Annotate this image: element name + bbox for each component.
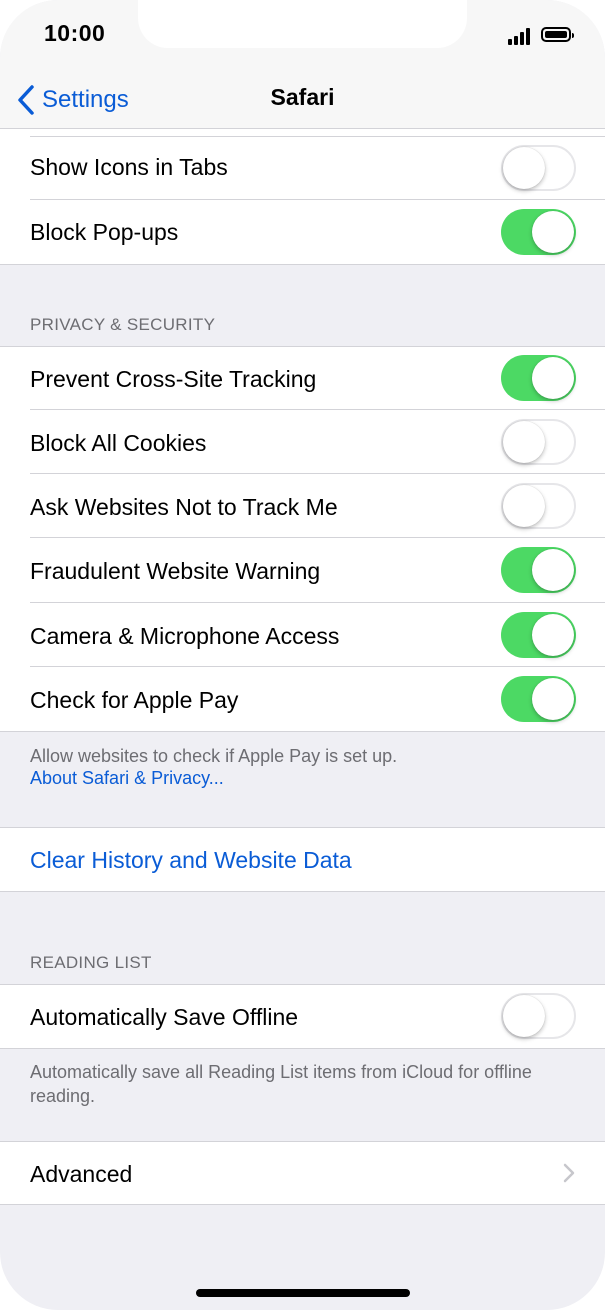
toggle-knob bbox=[532, 614, 574, 656]
divider bbox=[0, 264, 605, 265]
toggle-knob bbox=[503, 995, 545, 1037]
ask-websites-not-to-track-label: Ask Websites Not to Track Me bbox=[30, 494, 338, 520]
clear-history-button[interactable]: Clear History and Website Data bbox=[30, 847, 352, 874]
privacy-footer-text: Allow websites to check if Apple Pay is … bbox=[30, 746, 398, 766]
fraudulent-website-warning-toggle[interactable] bbox=[501, 547, 576, 593]
advanced-label: Advanced bbox=[30, 1161, 133, 1187]
block-popups-toggle[interactable] bbox=[501, 209, 576, 255]
check-for-apple-pay-label: Check for Apple Pay bbox=[30, 687, 239, 713]
block-all-cookies-label: Block All Cookies bbox=[30, 430, 207, 456]
divider bbox=[30, 136, 605, 137]
status-time: 10:00 bbox=[44, 20, 106, 46]
divider bbox=[30, 602, 605, 603]
show-icons-in-tabs-label: Show Icons in Tabs bbox=[30, 154, 228, 180]
advanced-row[interactable]: Advanced bbox=[0, 1142, 605, 1204]
privacy-section-header: PRIVACY & SECURITY bbox=[30, 315, 216, 334]
toggle-knob bbox=[503, 421, 545, 463]
toggle-knob bbox=[532, 357, 574, 399]
show-icons-in-tabs-toggle[interactable] bbox=[501, 145, 576, 191]
reading-list-footer-text: Automatically save all Reading List item… bbox=[30, 1062, 532, 1106]
reading-list-section-header: READING LIST bbox=[30, 953, 152, 972]
divider bbox=[30, 473, 605, 474]
divider bbox=[30, 537, 605, 538]
reading-list-group: Automatically Save Offline bbox=[0, 985, 605, 1048]
divider bbox=[0, 1048, 605, 1049]
toggle-knob bbox=[532, 678, 574, 720]
divider bbox=[0, 891, 605, 892]
block-popups-label: Block Pop-ups bbox=[30, 219, 179, 245]
ask-websites-not-to-track-toggle[interactable] bbox=[501, 483, 576, 529]
chevron-left-icon bbox=[18, 85, 34, 115]
prevent-cross-site-tracking-label: Prevent Cross-Site Tracking bbox=[30, 366, 317, 392]
divider bbox=[0, 731, 605, 732]
toggle-knob bbox=[503, 147, 545, 189]
notch bbox=[138, 0, 467, 48]
navigation-bar: Settings Safari bbox=[0, 72, 605, 129]
home-indicator[interactable] bbox=[196, 1289, 410, 1297]
auto-save-offline-toggle[interactable] bbox=[501, 993, 576, 1039]
cellular-signal-icon bbox=[508, 28, 535, 45]
prevent-cross-site-tracking-toggle[interactable] bbox=[501, 355, 576, 401]
status-bar: 10:00 bbox=[0, 0, 605, 72]
block-all-cookies-toggle[interactable] bbox=[501, 419, 576, 465]
toggle-knob bbox=[503, 485, 545, 527]
battery-icon bbox=[541, 27, 574, 42]
clear-history-row[interactable]: Clear History and Website Data bbox=[0, 828, 605, 891]
divider bbox=[30, 666, 605, 667]
fraudulent-website-warning-label: Fraudulent Website Warning bbox=[30, 558, 321, 584]
check-for-apple-pay-toggle[interactable] bbox=[501, 676, 576, 722]
toggle-knob bbox=[532, 549, 574, 591]
camera-microphone-access-toggle[interactable] bbox=[501, 612, 576, 658]
camera-microphone-access-label: Camera & Microphone Access bbox=[30, 623, 340, 649]
toggle-knob bbox=[532, 211, 574, 253]
divider bbox=[0, 1204, 605, 1205]
divider bbox=[30, 409, 605, 410]
auto-save-offline-label: Automatically Save Offline bbox=[30, 1004, 299, 1030]
general-group: Show Icons in Tabs Block Pop-ups bbox=[0, 129, 605, 264]
chevron-right-icon bbox=[563, 1163, 575, 1183]
about-safari-privacy-link[interactable]: About Safari & Privacy... bbox=[30, 768, 224, 789]
phone-screen: 10:00 Settings Safari Show Icons in Tabs… bbox=[0, 0, 605, 1310]
back-button[interactable]: Settings bbox=[16, 80, 129, 120]
back-label: Settings bbox=[42, 86, 129, 113]
privacy-group: Prevent Cross-Site Tracking Block All Co… bbox=[0, 347, 605, 731]
divider bbox=[30, 199, 605, 200]
